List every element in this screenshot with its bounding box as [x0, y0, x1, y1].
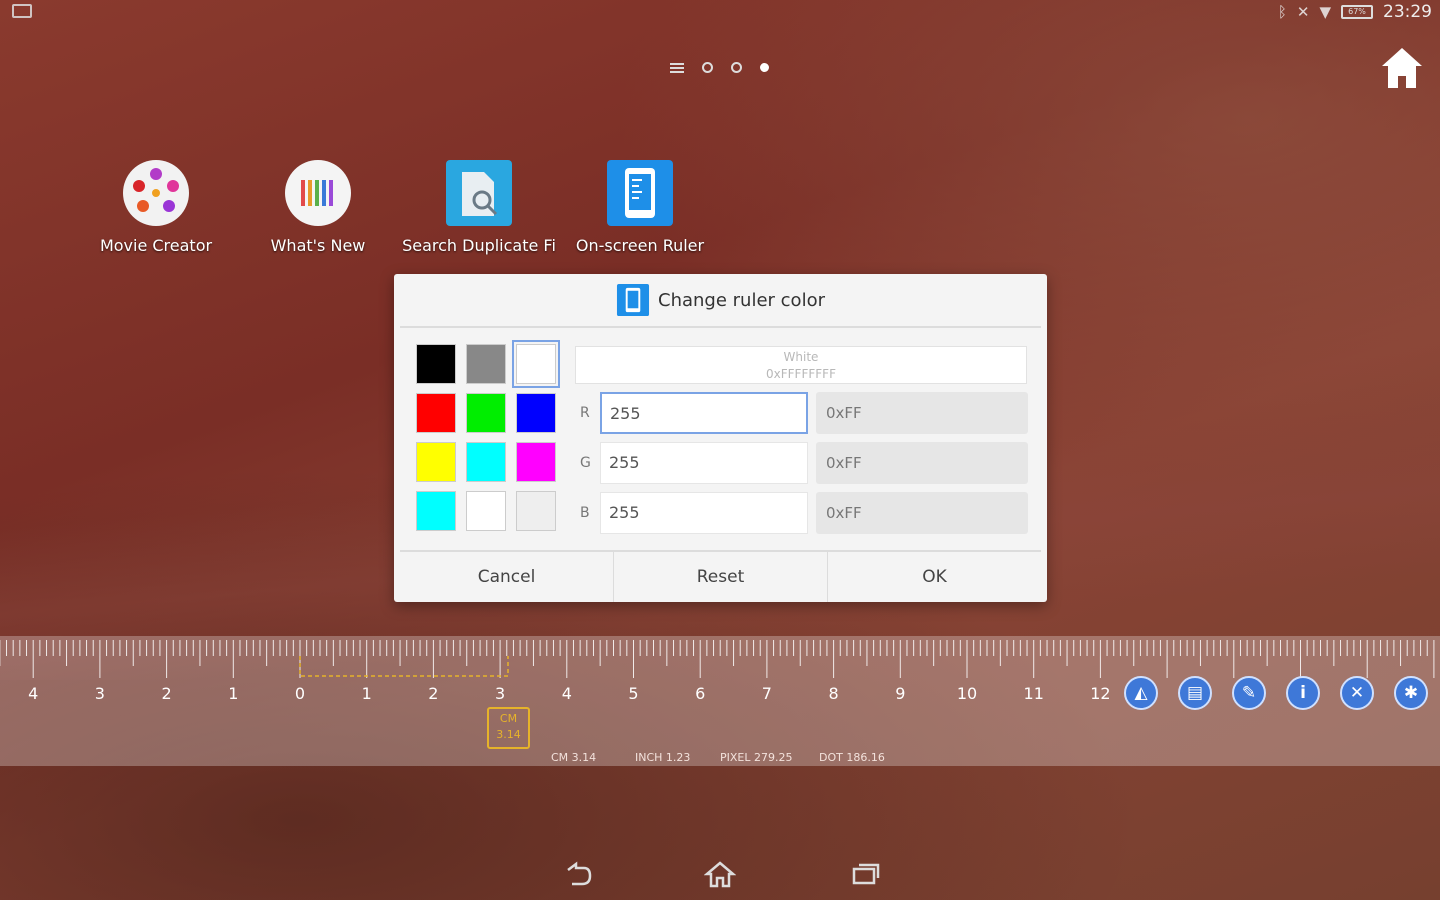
page-dot-active[interactable] — [760, 63, 769, 72]
ruler-number: 12 — [1090, 684, 1111, 703]
ruler-number: 10 — [956, 684, 978, 703]
color-swatch[interactable] — [466, 393, 506, 433]
home-corner-icon[interactable] — [1378, 44, 1426, 92]
mute-icon: ✕ — [1296, 3, 1310, 21]
app-movie-creator[interactable]: Movie Creator — [71, 158, 241, 255]
recent-apps-icon[interactable] — [850, 860, 882, 888]
app-search-duplicate[interactable]: Search Duplicate Fi — [394, 158, 564, 255]
color-brush-icon[interactable]: ✎ — [1232, 676, 1266, 710]
app-on-screen-ruler[interactable]: On-screen Ruler — [555, 158, 725, 255]
marker-unit: CM — [499, 712, 518, 725]
red-row: R 255 0xFF — [580, 392, 1030, 434]
ruler-number: 4 — [28, 684, 39, 703]
ruler-number: 3 — [495, 684, 506, 703]
ruler-number: 0 — [294, 684, 306, 703]
blue-hex: 0xFF — [816, 492, 1028, 534]
clock: 23:29 — [1383, 2, 1432, 22]
change-color-dialog: Change ruler color White 0xFFFFFFFF R 25… — [394, 274, 1047, 602]
dialog-header: Change ruler color — [400, 274, 1041, 328]
reset-button[interactable]: Reset — [614, 552, 828, 602]
ruler-number: 6 — [695, 684, 706, 703]
color-swatch[interactable] — [466, 344, 506, 384]
marker-value: 3.14 — [496, 728, 521, 741]
search-duplicate-icon — [446, 160, 512, 226]
close-icon[interactable]: ✕ — [1340, 676, 1374, 710]
whats-new-icon — [285, 160, 351, 226]
blue-label: B — [580, 505, 590, 521]
measure-dot: DOT 186.16 — [819, 751, 885, 764]
ruler-number: 4 — [561, 684, 572, 703]
measure-pixel: PIXEL 279.25 — [720, 751, 793, 764]
blue-input[interactable]: 255 — [600, 492, 808, 534]
ruler-number: 3 — [94, 684, 105, 703]
app-drawer-icon[interactable] — [670, 62, 684, 73]
on-screen-ruler[interactable]: 4 3 2 1 0 1 2 3 4 5 6 7 8 9 10 11 12 CM 3.14 CM 3.14 INC… — [0, 636, 1440, 766]
color-preview: White 0xFFFFFFFF — [575, 346, 1027, 384]
color-swatch[interactable] — [512, 340, 560, 388]
red-label: R — [580, 405, 590, 421]
green-input[interactable]: 255 — [600, 442, 808, 484]
movie-creator-icon — [123, 160, 189, 226]
wifi-icon: ▼ — [1319, 3, 1331, 21]
ruler-app-icon — [607, 160, 673, 226]
battery-icon: 67% — [1341, 5, 1373, 19]
blue-row: B 255 0xFF — [580, 492, 1030, 534]
page-dot[interactable] — [702, 62, 713, 73]
color-swatch[interactable] — [516, 393, 556, 433]
navigation-bar — [0, 848, 1440, 900]
page-indicator — [670, 62, 769, 73]
ruler-number: 7 — [761, 684, 772, 703]
preview-name: White — [783, 350, 819, 364]
red-input[interactable]: 255 — [600, 392, 808, 434]
ruler-mode-icon[interactable]: ◭ — [1124, 676, 1158, 710]
ruler-number: 8 — [828, 684, 839, 703]
save-icon[interactable]: ▤ — [1178, 676, 1212, 710]
measure-cm: CM 3.14 — [551, 751, 597, 764]
ruler-number: 5 — [628, 684, 639, 703]
color-swatch[interactable] — [416, 393, 456, 433]
ok-button[interactable]: OK — [828, 552, 1041, 602]
color-swatch[interactable] — [516, 491, 556, 531]
measure-marker[interactable]: CM 3.14 — [487, 707, 530, 749]
dialog-buttons: Cancel Reset OK — [400, 550, 1041, 602]
app-whats-new[interactable]: What's New — [233, 158, 403, 255]
color-swatch[interactable] — [516, 442, 556, 482]
page-dot[interactable] — [731, 62, 742, 73]
dialog-title: Change ruler color — [658, 289, 825, 311]
app-label: What's New — [270, 236, 366, 255]
status-bar: ᛒ ✕ ▼ 67% 23:29 — [0, 0, 1440, 24]
color-swatches — [416, 340, 560, 531]
green-hex: 0xFF — [816, 442, 1028, 484]
status-right-group: ᛒ ✕ ▼ 67% 23:29 — [1278, 0, 1432, 24]
app-label: On-screen Ruler — [575, 236, 705, 255]
ruler-app-icon — [616, 283, 650, 317]
measure-inch: INCH 1.23 — [635, 751, 691, 764]
home-icon[interactable] — [704, 860, 736, 888]
green-label: G — [580, 455, 591, 471]
back-icon[interactable] — [562, 860, 594, 888]
ruler-toolbar: ◭ ▤ ✎ i ✕ ✱ — [1124, 676, 1428, 710]
ruler-number: 2 — [428, 684, 439, 703]
green-row: G 255 0xFF — [580, 442, 1030, 484]
ruler-number: 2 — [161, 684, 172, 703]
color-swatch[interactable] — [416, 442, 456, 482]
preview-hex: 0xFFFFFFFF — [766, 367, 836, 381]
color-swatch[interactable] — [466, 491, 506, 531]
ruler-number: 11 — [1023, 684, 1044, 703]
app-label: Search Duplicate Fi — [402, 236, 556, 255]
ruler-number: 9 — [895, 684, 906, 703]
cancel-button[interactable]: Cancel — [400, 552, 614, 602]
settings-icon[interactable]: ✱ — [1394, 676, 1428, 710]
app-label: Movie Creator — [99, 236, 213, 255]
color-swatch[interactable] — [416, 491, 456, 531]
color-swatch[interactable] — [416, 344, 456, 384]
color-swatch[interactable] — [466, 442, 506, 482]
ruler-number: 1 — [228, 684, 239, 703]
ruler-number: 1 — [361, 684, 372, 703]
info-icon[interactable]: i — [1286, 676, 1320, 710]
red-hex: 0xFF — [816, 392, 1028, 434]
bluetooth-icon: ᛒ — [1277, 3, 1287, 21]
notification-icon — [12, 4, 32, 18]
